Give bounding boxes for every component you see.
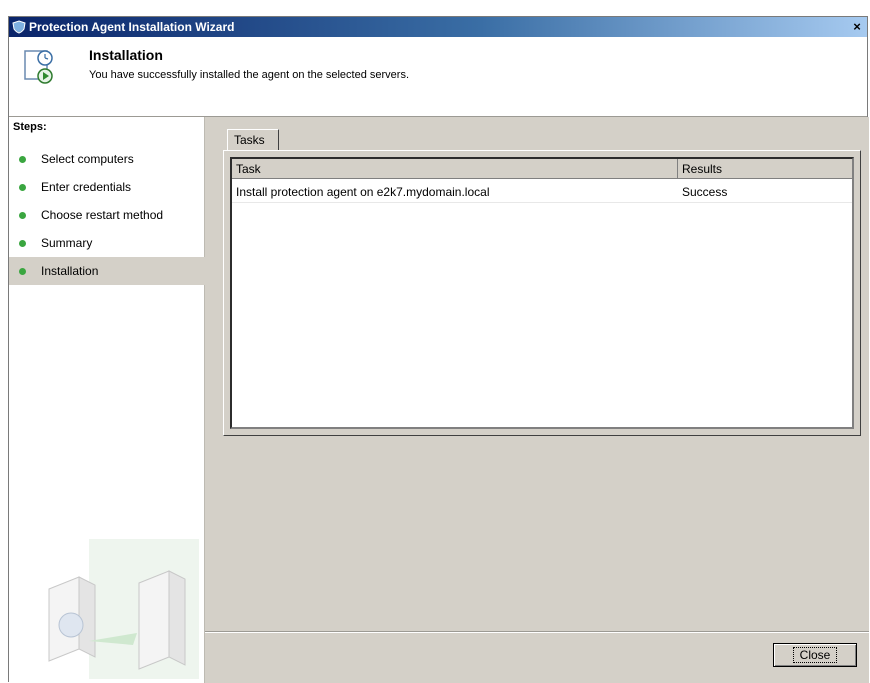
main-panel: Tasks Task Results Install protection ag… [205, 117, 869, 683]
page-subtitle: You have successfully installed the agen… [89, 69, 410, 81]
step-summary: Summary [9, 229, 205, 257]
step-label: Enter credentials [41, 180, 132, 194]
result-cell: Success [682, 185, 728, 199]
step-label: Choose restart method [41, 208, 164, 222]
tab-tasks[interactable]: Tasks [227, 129, 279, 151]
steps-list: Select computers Enter credentials Choos… [9, 145, 205, 285]
shield-icon [12, 20, 26, 34]
status-dot-icon [19, 184, 26, 191]
status-dot-icon [19, 156, 26, 163]
step-label: Summary [41, 236, 93, 250]
step-label: Installation [41, 264, 99, 278]
status-dot-icon [19, 268, 26, 275]
task-list: Task Results Install protection agent on… [230, 157, 854, 429]
task-cell: Install protection agent on e2k7.mydomai… [236, 185, 490, 199]
column-header-results[interactable]: Results [678, 159, 850, 179]
step-choose-restart-method: Choose restart method [9, 201, 205, 229]
close-button-label: Close [792, 647, 838, 663]
servers-illustration-icon [19, 529, 199, 679]
table-row[interactable]: Install protection agent on e2k7.mydomai… [232, 181, 852, 203]
step-label: Select computers [41, 152, 134, 166]
close-icon[interactable]: × [849, 19, 865, 34]
close-button[interactable]: Close [773, 643, 857, 667]
tasks-tab-panel: Task Results Install protection agent on… [223, 150, 861, 436]
task-list-header: Task Results [232, 159, 852, 179]
wizard-header: Installation You have successfully insta… [9, 37, 867, 117]
step-enter-credentials: Enter credentials [9, 173, 205, 201]
status-dot-icon [19, 240, 26, 247]
step-installation: Installation [9, 257, 205, 285]
column-header-task[interactable]: Task [232, 159, 678, 179]
footer-divider [205, 631, 869, 633]
window-title: Protection Agent Installation Wizard [29, 20, 235, 34]
steps-title: Steps: [13, 121, 47, 133]
wizard-window: Protection Agent Installation Wizard × I… [8, 16, 869, 683]
status-dot-icon [19, 212, 26, 219]
step-select-computers: Select computers [9, 145, 205, 173]
title-bar: Protection Agent Installation Wizard × [9, 17, 867, 37]
installation-clock-icon [23, 47, 59, 85]
steps-panel: Steps: Select computers Enter credential… [9, 117, 205, 683]
page-title: Installation [89, 47, 163, 63]
